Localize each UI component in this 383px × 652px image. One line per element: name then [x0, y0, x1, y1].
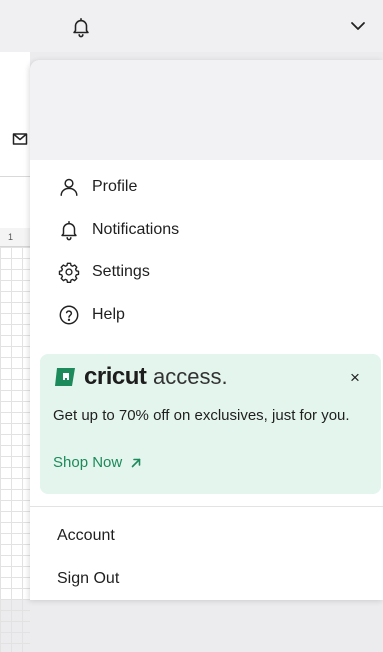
menu-item-profile[interactable]: Profile: [58, 172, 137, 202]
menu-item-settings[interactable]: Settings: [58, 257, 150, 287]
brand-name: cricut: [84, 363, 147, 390]
shop-now-link[interactable]: Shop Now: [53, 454, 142, 471]
mail-icon: [12, 133, 28, 145]
brand-suffix: access: [153, 364, 222, 389]
menu-item-label: Profile: [92, 178, 138, 195]
cricut-access-logo: cricut access.: [84, 362, 228, 392]
user-icon: [60, 178, 78, 196]
cricut-access-logo-icon: [55, 368, 75, 386]
brand-dot: .: [221, 364, 228, 389]
bell-icon: [61, 221, 77, 241]
workspace-background: 1: [0, 52, 30, 652]
cricut-access-promo: cricut access. × Get up to 70% off on ex…: [40, 354, 381, 494]
close-promo-button[interactable]: ×: [345, 368, 365, 388]
canvas-ruler: [0, 228, 30, 247]
bell-icon[interactable]: [70, 16, 92, 38]
profile-dropdown-panel: Profile Notifications Settings Help cric…: [30, 60, 383, 600]
top-header: [0, 0, 383, 52]
menu-item-label: Help: [92, 306, 125, 323]
menu-item-label: Settings: [92, 263, 150, 280]
shop-now-label: Shop Now: [53, 454, 123, 471]
arrow-up-right-icon: [131, 458, 141, 467]
help-circle-icon: [59, 305, 79, 325]
chevron-down-icon[interactable]: [350, 20, 366, 32]
canvas-grid: [0, 247, 30, 652]
divider: [0, 176, 30, 177]
menu-item-label: Notifications: [92, 221, 180, 238]
ruler-number: 1: [8, 232, 14, 242]
panel-header: [30, 60, 383, 160]
menu-item-help[interactable]: Help: [58, 300, 125, 330]
divider: [30, 506, 383, 507]
promo-description: Get up to 70% off on exclusives, just fo…: [53, 407, 350, 424]
menu-item-notifications[interactable]: Notifications: [58, 215, 179, 245]
account-link[interactable]: Account: [57, 527, 115, 545]
sign-out-link[interactable]: Sign Out: [57, 570, 119, 588]
gear-icon: [58, 262, 80, 283]
